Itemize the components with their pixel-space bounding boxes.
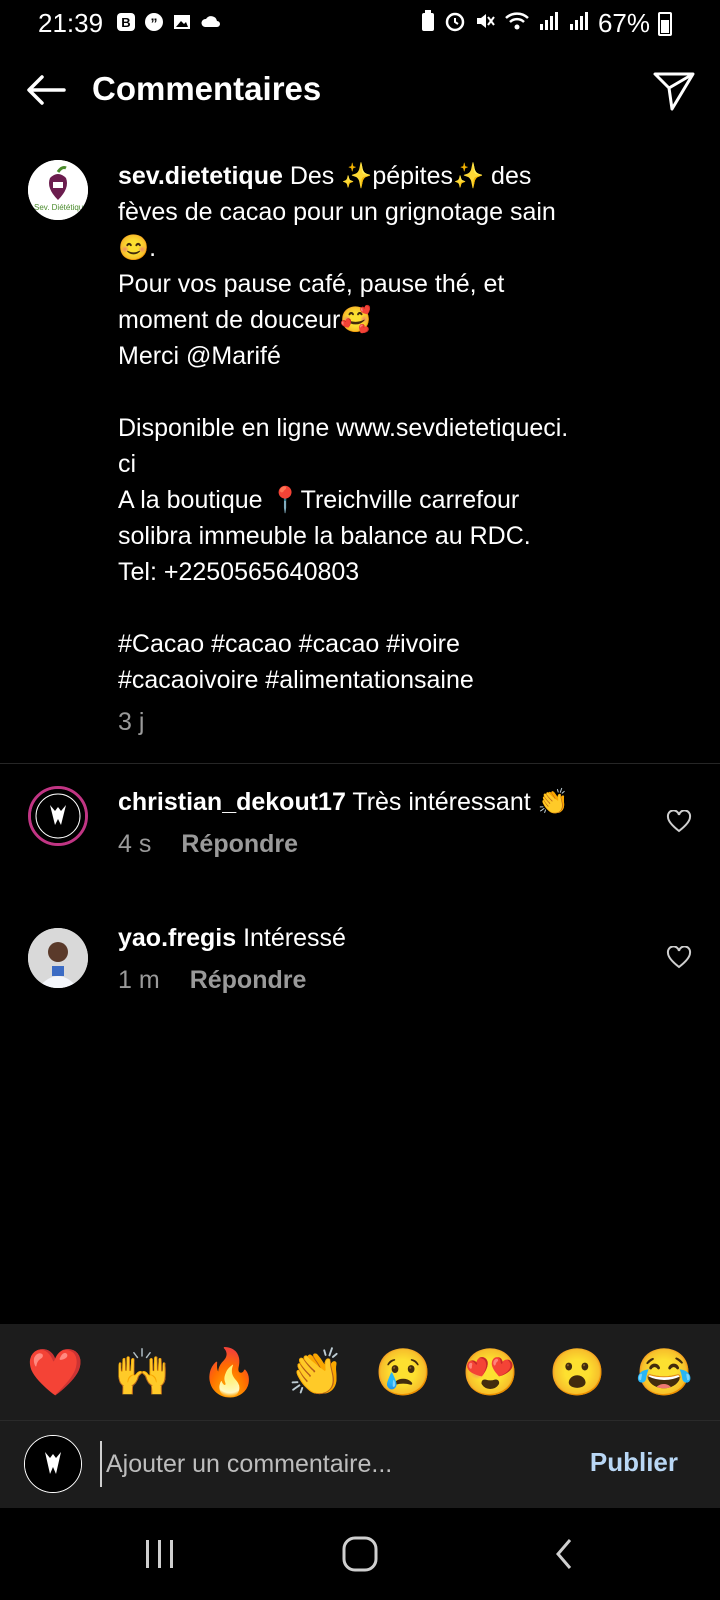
- caption-line: 😊.: [118, 234, 157, 262]
- signal-icon: [568, 8, 590, 39]
- avatar: [24, 1435, 82, 1493]
- avatar[interactable]: [28, 928, 88, 988]
- caption-line: A la boutique 📍Treichville carrefour: [118, 486, 520, 514]
- back-arrow-icon[interactable]: [24, 72, 68, 108]
- caption-time: 3 j: [118, 708, 145, 736]
- comment-username[interactable]: yao.fregis: [118, 924, 236, 952]
- gallery-icon: [172, 12, 192, 32]
- recent-apps-icon[interactable]: [140, 1536, 180, 1572]
- publish-button[interactable]: Publier: [590, 1447, 678, 1478]
- reply-button[interactable]: Répondre: [190, 966, 307, 994]
- comment-time: 1 m: [118, 966, 160, 994]
- caption-line: Tel: +2250565640803: [118, 558, 360, 586]
- system-nav-bar: [0, 1508, 720, 1600]
- emoji-fire[interactable]: 🔥: [201, 1349, 258, 1395]
- caption-text: sev.dietetique Des ✨pépites✨ des fèves d…: [118, 158, 638, 740]
- alarm-icon: [444, 8, 466, 39]
- emoji-laughing[interactable]: 😂: [636, 1349, 693, 1395]
- wifi-icon: [504, 8, 530, 39]
- divider: [0, 763, 720, 764]
- caption-username[interactable]: sev.dietetique: [118, 162, 283, 190]
- svg-text:B: B: [121, 15, 130, 30]
- comment-text: Intéressé: [243, 924, 346, 952]
- avatar[interactable]: Sev. Diététique: [28, 160, 88, 220]
- caption-line: moment de douceur🥰: [118, 306, 372, 334]
- heart-icon[interactable]: [666, 809, 692, 834]
- emoji-clap[interactable]: 👏: [288, 1349, 345, 1395]
- emoji-raised-hands[interactable]: 🙌: [114, 1349, 171, 1395]
- comment-input-bar: Publier: [0, 1420, 720, 1508]
- page-title: Commentaires: [92, 70, 322, 107]
- svg-text:Sev. Diététique: Sev. Diététique: [34, 203, 88, 212]
- header: Commentaires: [0, 58, 720, 122]
- caption-line: [118, 590, 638, 626]
- emoji-heart[interactable]: ❤️: [27, 1349, 84, 1395]
- battery-saver-icon: [420, 8, 436, 39]
- caption-line: [118, 374, 638, 410]
- emoji-crying[interactable]: 😢: [375, 1349, 432, 1395]
- emoji-heart-eyes[interactable]: 😍: [462, 1349, 519, 1395]
- send-icon[interactable]: [652, 68, 696, 112]
- caption-line: fèves de cacao pour un grignotage sain: [118, 198, 556, 226]
- status-time: 21:39: [38, 8, 104, 38]
- quote-icon: ”: [144, 12, 164, 32]
- caption-hashtags[interactable]: #Cacao #cacao #cacao #ivoire: [118, 626, 638, 662]
- status-bar: 21:39 B ” 67%: [0, 0, 720, 46]
- emoji-reaction-bar: ❤️ 🙌 🔥 👏 😢 😍 😮 😂: [0, 1324, 720, 1420]
- comment-time: 4 s: [118, 830, 152, 858]
- caption-hashtags[interactable]: #cacaoivoire #alimentationsaine: [118, 662, 638, 698]
- b-icon: B: [116, 12, 136, 32]
- home-icon[interactable]: [340, 1536, 380, 1572]
- caption-line: Pour vos pause café, pause thé, et: [118, 270, 505, 298]
- mute-icon: [474, 8, 496, 39]
- caption-line: ci: [118, 450, 137, 478]
- reply-button[interactable]: Répondre: [181, 830, 298, 858]
- cloud-icon: [200, 12, 220, 32]
- caption-line: Disponible en ligne www.sevdietetiqueci.: [118, 414, 569, 442]
- caption-line: Merci @Marifé: [118, 342, 281, 370]
- battery-icon: [658, 11, 672, 36]
- emoji-surprised[interactable]: 😮: [549, 1349, 606, 1395]
- back-nav-icon[interactable]: [546, 1536, 586, 1572]
- avatar[interactable]: [28, 786, 88, 846]
- signal-icon: [538, 8, 560, 39]
- battery-percent: 67%: [597, 8, 650, 38]
- caption-line: Des ✨pépites✨ des: [289, 162, 532, 190]
- comment-text: Très intéressant 👏: [352, 788, 569, 816]
- heart-icon[interactable]: [666, 945, 692, 970]
- comment-username[interactable]: christian_dekout17: [118, 788, 346, 816]
- comment-input[interactable]: [100, 1441, 578, 1487]
- svg-text:”: ”: [151, 15, 158, 31]
- caption-line: solibra immeuble la balance au RDC.: [118, 522, 531, 550]
